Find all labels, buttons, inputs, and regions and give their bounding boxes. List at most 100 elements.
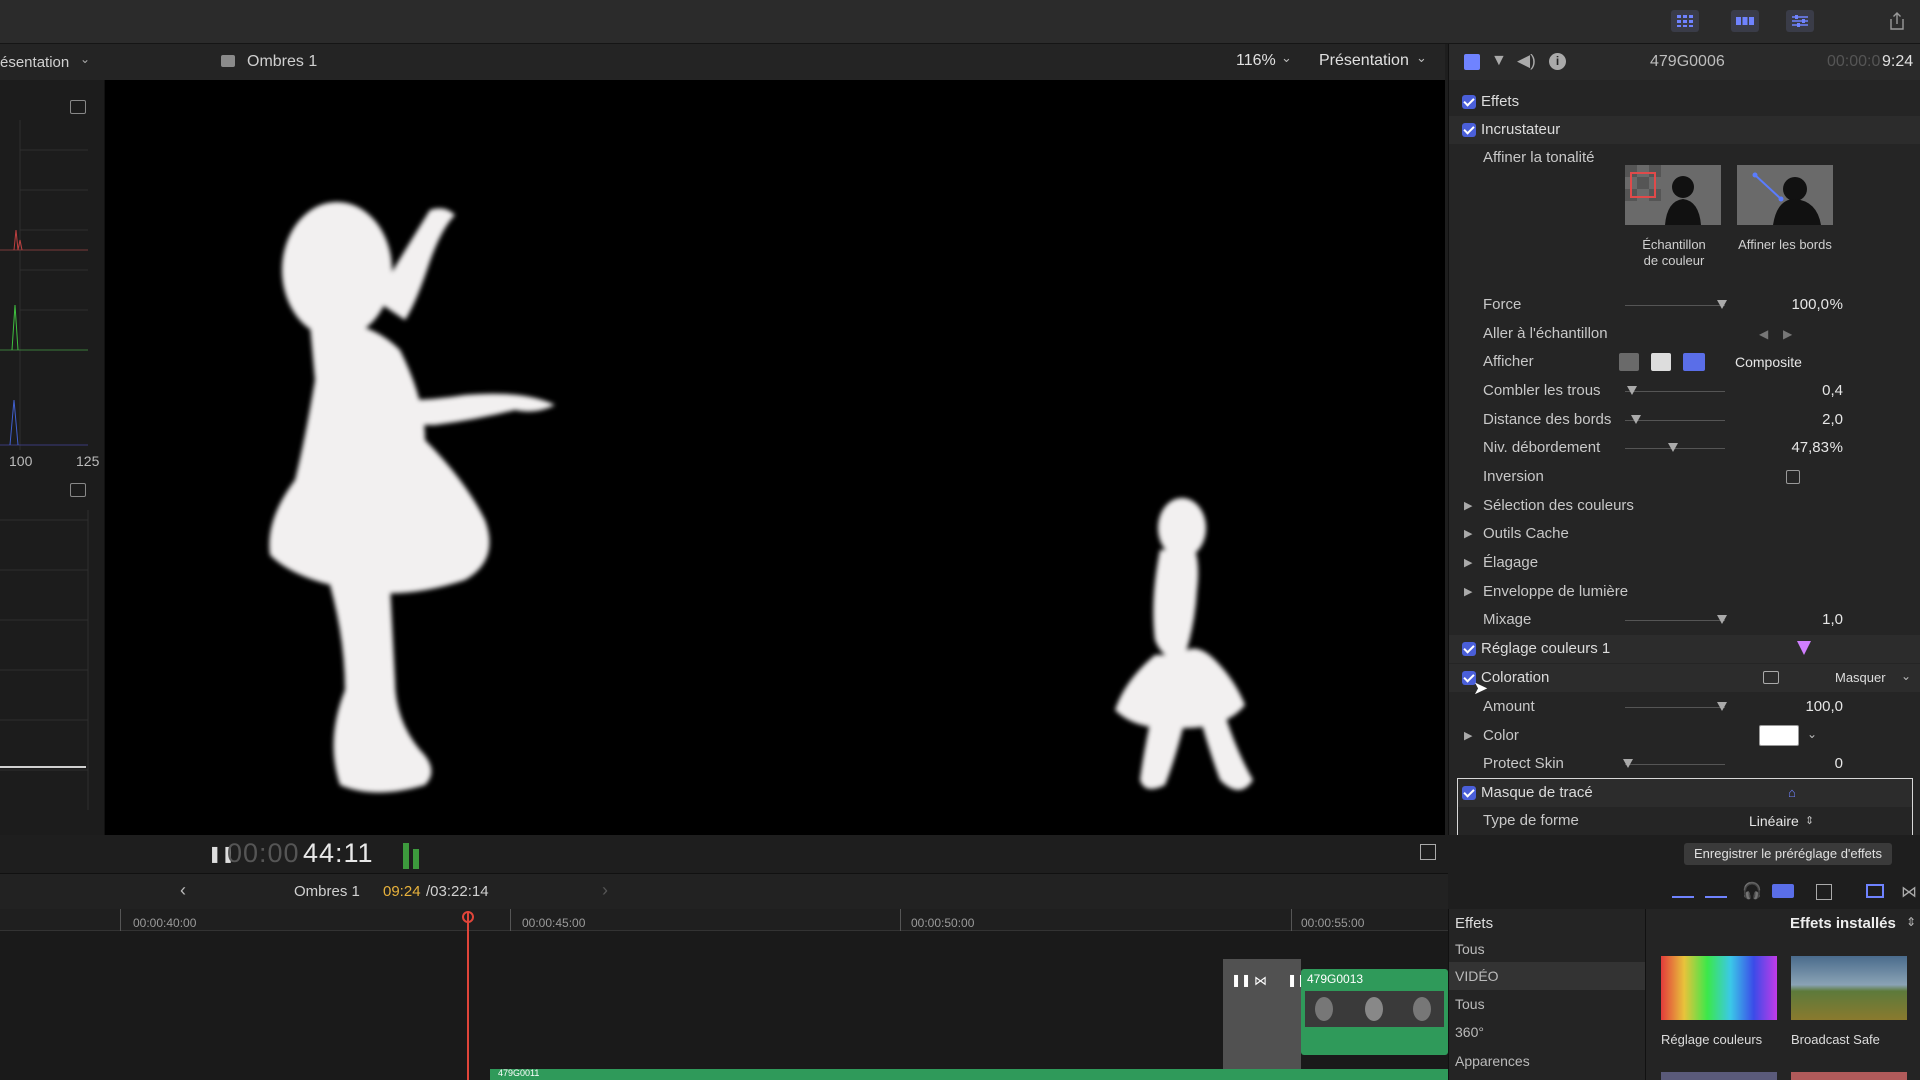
chevron-down-icon[interactable]: ⌄ <box>80 52 90 66</box>
composite-view-icon[interactable] <box>1683 353 1705 371</box>
zoom-menu[interactable]: 116% <box>1236 52 1276 70</box>
previous-sample-icon[interactable]: ◀ <box>1759 320 1768 348</box>
edge-distance-slider-knob[interactable] <box>1631 415 1641 424</box>
scope-settings-icon-2[interactable] <box>70 483 86 497</box>
refine-edges-button[interactable] <box>1737 165 1833 225</box>
matte-view-icon[interactable] <box>1619 353 1639 371</box>
stepper-icon[interactable]: ⇕ <box>1805 807 1814 835</box>
color-selection-row[interactable]: ▶ Sélection des couleurs <box>1449 492 1920 520</box>
amount-slider-knob[interactable] <box>1717 702 1727 711</box>
timeline-header: ‹ Ombres 1 09:24 /03:22:14 › 🎧 ⋈ <box>0 873 1917 909</box>
mask-icon[interactable] <box>1763 671 1779 684</box>
fill-holes-slider-knob[interactable] <box>1627 386 1637 395</box>
solo-icon[interactable] <box>1772 884 1794 898</box>
color-swatch[interactable] <box>1759 725 1799 746</box>
snapping-icon[interactable] <box>1705 884 1727 898</box>
stepper-icon[interactable]: ⇕ <box>1906 915 1916 929</box>
playhead-handle[interactable] <box>462 911 474 923</box>
spill-level-slider[interactable] <box>1625 443 1725 452</box>
amount-slider[interactable] <box>1625 702 1727 711</box>
transitions-browser-icon[interactable]: ⋈ <box>1901 882 1917 902</box>
shape-mask-checkbox[interactable] <box>1462 786 1476 800</box>
force-unit: % <box>1829 296 1843 313</box>
protect-skin-value[interactable]: 0 <box>1835 750 1843 778</box>
force-slider[interactable] <box>1625 300 1727 309</box>
sliders-icon[interactable] <box>1786 10 1814 32</box>
edge-distance-slider[interactable] <box>1625 415 1725 424</box>
effects-browser-icon[interactable] <box>1866 884 1884 898</box>
amount-value[interactable]: 100,0 <box>1805 693 1843 721</box>
disclosure-triangle-icon[interactable]: ▶ <box>1464 492 1472 520</box>
chevron-down-icon[interactable]: ⌄ <box>1807 720 1817 748</box>
viewer-canvas[interactable] <box>105 80 1445 835</box>
mask-shape-icon[interactable]: ⌂ <box>1788 779 1796 807</box>
audio-inspector-icon[interactable]: ◀) <box>1517 51 1536 71</box>
color-adjust-checkbox[interactable] <box>1462 642 1476 656</box>
ruler-label-55: 00:00:55:00 <box>1301 916 1365 930</box>
spill-level-slider-knob[interactable] <box>1668 443 1678 452</box>
color-adjust-thumbnail[interactable] <box>1661 956 1777 1020</box>
category-video-all[interactable]: Tous <box>1449 990 1645 1018</box>
info-icon[interactable]: i <box>1549 53 1566 70</box>
back-arrow-icon[interactable]: ‹ <box>180 880 186 901</box>
timeline-clip[interactable]: 479G0013 <box>1301 969 1448 1055</box>
clip-appearance-icon[interactable] <box>1672 884 1694 898</box>
headphones-icon[interactable]: 🎧 <box>1742 881 1762 901</box>
matte-tools-row[interactable]: ▶ Outils Cache <box>1449 520 1920 548</box>
disclosure-triangle-icon[interactable]: ▶ <box>1464 578 1472 606</box>
force-value[interactable]: 100,0 <box>1791 291 1829 319</box>
broadcast-safe-thumbnail[interactable] <box>1791 956 1907 1020</box>
lower-timeline-clip[interactable]: 479G0011 <box>490 1068 1448 1080</box>
share-icon[interactable] <box>1886 10 1908 32</box>
category-looks[interactable]: Apparences <box>1449 1047 1645 1075</box>
color-wheel-icon[interactable] <box>1797 641 1811 655</box>
category-all[interactable]: Tous <box>1449 935 1645 963</box>
view-options-menu[interactable]: Présentation <box>1319 52 1409 70</box>
inspector-clip-name: 479G0006 <box>1650 53 1725 70</box>
video-inspector-icon[interactable] <box>1464 54 1480 70</box>
fill-holes-value[interactable]: 0,4 <box>1822 377 1843 405</box>
sample-color-button[interactable] <box>1625 165 1721 225</box>
disclosure-triangle-icon[interactable]: ▶ <box>1464 722 1472 750</box>
fill-holes-slider[interactable] <box>1625 386 1725 395</box>
save-effects-preset-button[interactable]: Enregistrer le préréglage d'effets <box>1684 843 1892 865</box>
fullscreen-icon[interactable] <box>1420 844 1436 860</box>
protect-skin-slider[interactable] <box>1623 759 1725 768</box>
invert-checkbox[interactable] <box>1786 470 1800 484</box>
filmstrip-icon[interactable] <box>1731 10 1759 32</box>
mix-slider-knob[interactable] <box>1717 615 1727 624</box>
shape-type-menu[interactable]: Linéaire <box>1749 807 1799 835</box>
force-row: Force 100,0 % <box>1449 291 1920 319</box>
grid-view-icon[interactable] <box>1671 10 1699 32</box>
disclosure-triangle-icon[interactable]: ▶ <box>1464 549 1472 577</box>
scopes-view-menu[interactable]: ésentation <box>0 54 69 71</box>
clapper-icon <box>221 55 235 67</box>
next-sample-icon[interactable]: ▶ <box>1783 320 1792 348</box>
installed-effects-menu[interactable]: Effets installés <box>1790 915 1896 932</box>
category-360[interactable]: 360° <box>1449 1018 1645 1046</box>
mask-menu[interactable]: Masquer <box>1835 664 1886 692</box>
effect-thumbnail-partial[interactable] <box>1661 1072 1777 1080</box>
mix-slider[interactable] <box>1625 615 1727 624</box>
spill-level-value[interactable]: 47,83 <box>1791 434 1829 462</box>
protect-skin-slider-knob[interactable] <box>1623 759 1633 768</box>
keyer-checkbox[interactable] <box>1462 123 1476 137</box>
force-slider-knob[interactable] <box>1717 300 1727 309</box>
timeline-ruler[interactable]: 00:00:40:00 00:00:45:00 00:00:50:00 00:0… <box>0 909 1448 931</box>
timeline-index-icon[interactable] <box>1816 884 1832 900</box>
color-row: ▶ Color ⌄ <box>1449 722 1920 750</box>
category-video[interactable]: VIDÉO <box>1449 962 1645 990</box>
trim-row[interactable]: ▶ Élagage <box>1449 549 1920 577</box>
original-view-icon[interactable] <box>1651 353 1671 371</box>
forward-arrow-icon[interactable]: › <box>602 880 608 901</box>
disclosure-triangle-icon[interactable]: ▶ <box>1464 520 1472 548</box>
light-wrap-row[interactable]: ▶ Enveloppe de lumière <box>1449 578 1920 606</box>
scope-settings-icon[interactable] <box>70 100 86 114</box>
color-inspector-icon[interactable]: ▼ <box>1491 52 1507 70</box>
edge-distance-value[interactable]: 2,0 <box>1822 406 1843 434</box>
playhead[interactable] <box>467 911 469 1080</box>
timeline-tracks[interactable]: ❚❚ ⋈ ❚❚ 479G0013 479G0011 <box>0 931 1448 1080</box>
effect-thumbnail-partial[interactable] <box>1791 1072 1907 1080</box>
mix-value[interactable]: 1,0 <box>1822 606 1843 634</box>
effects-checkbox[interactable] <box>1462 95 1476 109</box>
